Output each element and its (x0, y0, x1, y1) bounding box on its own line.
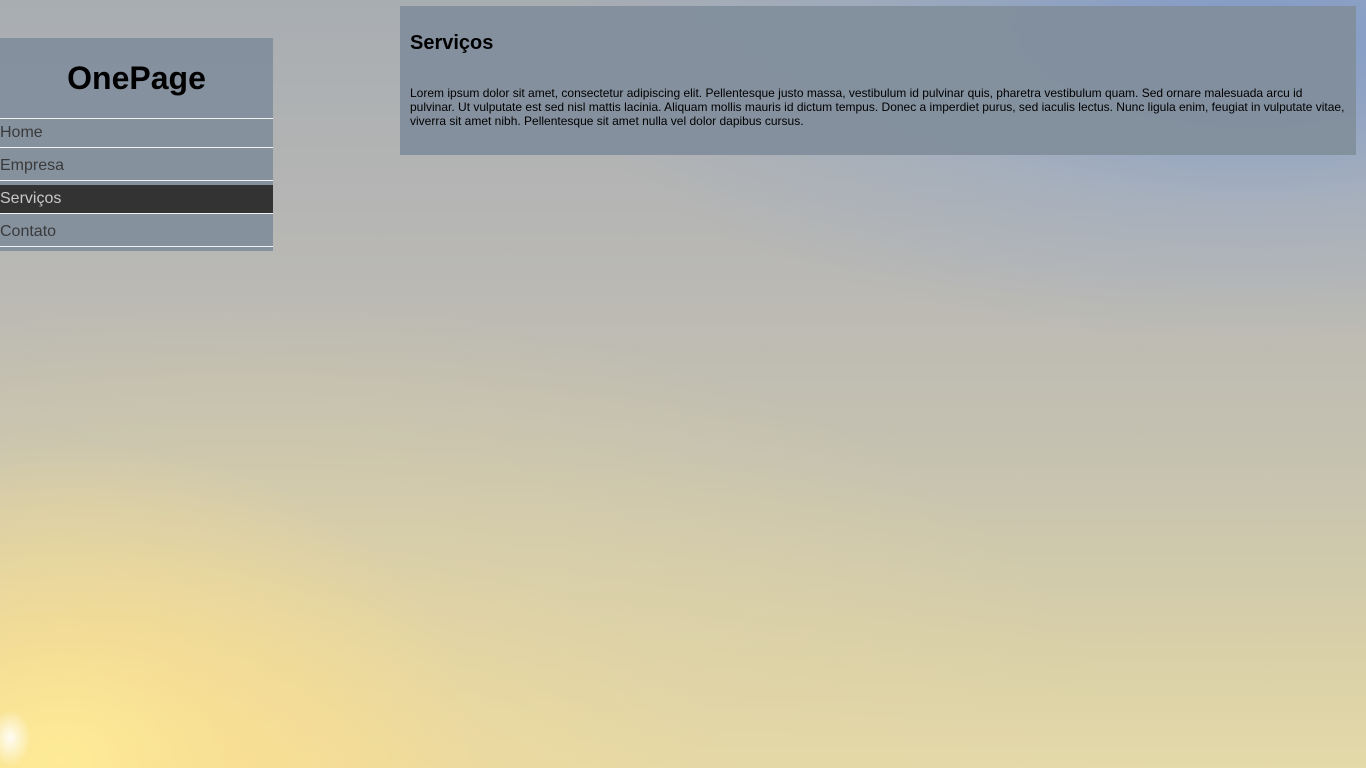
nav-item-contato[interactable]: Contato (0, 218, 273, 247)
section-body-text: Lorem ipsum dolor sit amet, consectetur … (410, 86, 1345, 128)
section-title: Serviços (410, 32, 494, 54)
site-logo-text[interactable]: OnePage (0, 38, 273, 119)
nav-item-home[interactable]: Home (0, 119, 273, 148)
background-cloud (0, 678, 50, 768)
sidebar: OnePage Home Empresa Serviços Contato (0, 38, 273, 251)
nav-item-empresa[interactable]: Empresa (0, 152, 273, 181)
nav-item-servicos[interactable]: Serviços (0, 185, 273, 214)
services-section: Serviços Lorem ipsum dolor sit amet, con… (400, 6, 1356, 155)
